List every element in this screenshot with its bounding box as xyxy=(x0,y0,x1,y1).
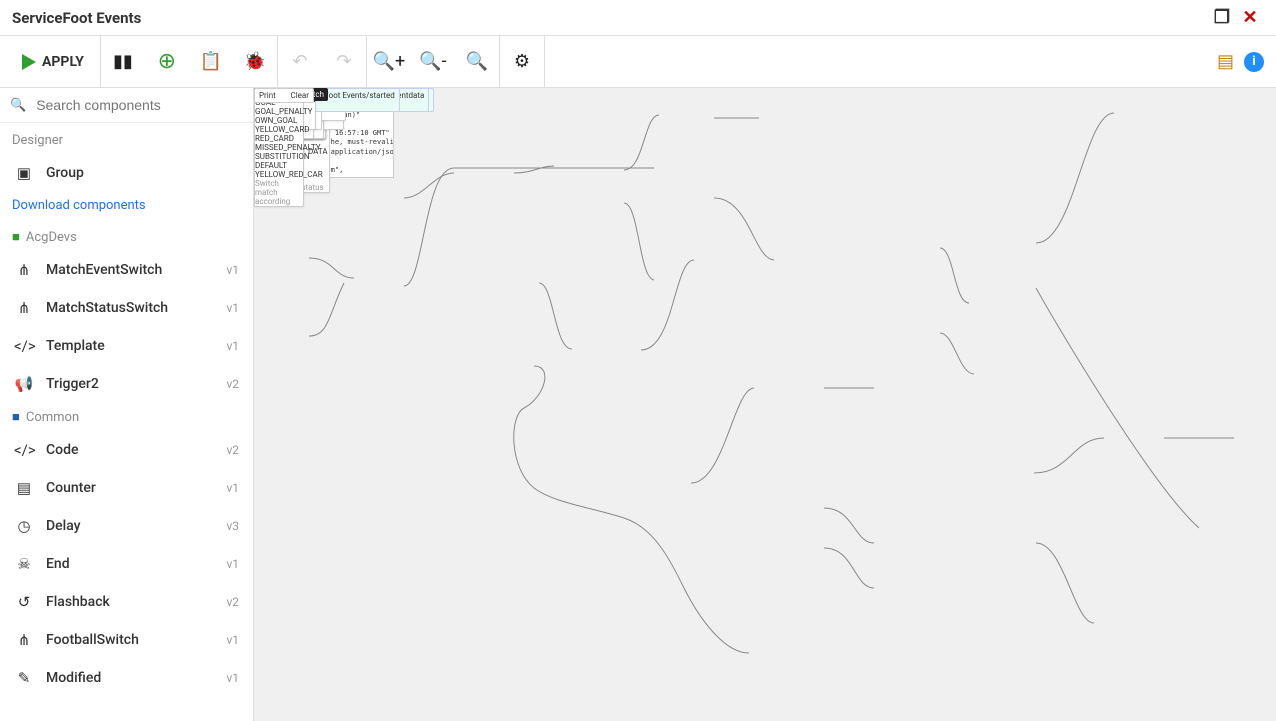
sidebar-item-matcheventswitch[interactable]: ⋔MatchEventSwitchv1 xyxy=(0,251,253,289)
clipboard-button[interactable]: 📋 xyxy=(189,36,233,88)
search-box: 🔍 xyxy=(0,88,253,123)
sidebar-item-flashback[interactable]: ↺Flashbackv2 xyxy=(0,583,253,621)
folder-acgdevs[interactable]: ■ AcgDevs xyxy=(0,223,253,251)
redo-button[interactable]: ↷ xyxy=(322,36,366,88)
add-button[interactable]: ⊕ xyxy=(145,36,189,88)
sidebar-item-end[interactable]: ☠Endv1 xyxy=(0,545,253,583)
info-icon[interactable]: i xyxy=(1244,52,1264,72)
search-input[interactable] xyxy=(34,96,243,114)
clock-icon: ◷ xyxy=(14,517,34,535)
apply-label: APPLY xyxy=(42,54,84,70)
titlebar: ServiceFoot Events ❐ ✕ xyxy=(0,0,1276,36)
sidebar: 🔍 Designer ▣ Group Download components ■… xyxy=(0,88,254,721)
folder-icon: ■ xyxy=(12,229,20,245)
node-print-bottom[interactable]: Print Clear xyxy=(254,88,314,103)
sidebar-item-footballswitch[interactable]: ⋔FootballSwitchv1 xyxy=(0,621,253,659)
sidebar-item-trigger2[interactable]: 📢Trigger2v2 xyxy=(0,365,253,403)
folder-common[interactable]: ■ Common xyxy=(0,403,253,431)
dup-window-icon[interactable]: ❐ xyxy=(1208,4,1236,32)
zoom-fit-button[interactable]: 🔍 xyxy=(455,36,499,88)
pause-button[interactable]: ▮▮ xyxy=(101,36,145,88)
sidebar-item-matchstatusswitch[interactable]: ⋔MatchStatusSwitchv1 xyxy=(0,289,253,327)
book-icon[interactable]: ▤ xyxy=(1217,51,1234,72)
designer-group[interactable]: ▣ Group xyxy=(0,154,253,192)
code-icon: </> xyxy=(14,337,34,355)
sidebar-item-modified[interactable]: ✎Modifiedv1 xyxy=(0,659,253,697)
toolbar: APPLY ▮▮ ⊕ 📋 🐞 ↶ ↷ 🔍+ 🔍- 🔍 ⚙ ▤ i xyxy=(0,36,1276,88)
page-title: ServiceFoot Events xyxy=(12,9,141,27)
group-icon: ▣ xyxy=(14,164,34,182)
designer-label: Designer xyxy=(0,123,253,154)
node-matcheventswitch[interactable]: Input GOAL GOAL_PENALTY OWN_GOAL YELLOW_… xyxy=(254,88,304,207)
settings-button[interactable]: ⚙ xyxy=(500,36,544,88)
search-icon: 🔍 xyxy=(10,98,26,113)
wires-layer xyxy=(254,88,1276,721)
undo-button[interactable]: ↶ xyxy=(278,36,322,88)
flow-canvas[interactable]: ◂ Trigger2 Run Random 30000ms 85379 Outp… xyxy=(254,88,1276,721)
flashback-icon: ↺ xyxy=(14,593,34,611)
debug-button[interactable]: 🐞 xyxy=(233,36,277,88)
sidebar-item-delay[interactable]: ◷Delayv3 xyxy=(0,507,253,545)
play-icon xyxy=(22,54,36,70)
download-components-link[interactable]: Download components xyxy=(0,192,253,223)
apply-button[interactable]: APPLY xyxy=(6,36,101,88)
megaphone-icon: 📢 xyxy=(14,375,34,393)
skull-icon: ☠ xyxy=(14,555,34,573)
zoom-out-button[interactable]: 🔍- xyxy=(411,36,455,88)
sidebar-item-counter[interactable]: ▤Counterv1 xyxy=(0,469,253,507)
sidebar-item-template[interactable]: </>Templatev1 xyxy=(0,327,253,365)
close-icon[interactable]: ✕ xyxy=(1236,4,1264,32)
zoom-in-button[interactable]: 🔍+ xyxy=(367,36,411,88)
sidebar-item-code[interactable]: </>Codev2 xyxy=(0,431,253,469)
folder-icon: ■ xyxy=(12,409,20,425)
